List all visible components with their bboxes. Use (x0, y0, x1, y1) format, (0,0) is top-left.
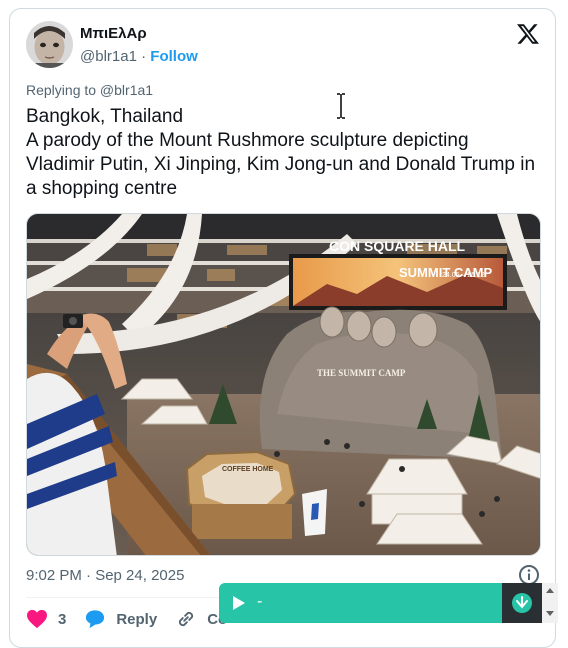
author-handle-row: @blr1a1 · Follow (80, 48, 198, 65)
x-logo-icon[interactable] (516, 22, 540, 46)
like-button[interactable]: 3 (26, 609, 66, 629)
tweet-timestamp[interactable]: 9:02 PM · Sep 24, 2025 (26, 567, 184, 584)
link-icon (179, 611, 194, 627)
author-handle[interactable]: @blr1a1 (80, 48, 137, 65)
play-icon[interactable] (232, 595, 246, 611)
separator: · (141, 48, 147, 65)
reply-label: Reply (116, 610, 158, 628)
player-label: - (257, 593, 263, 610)
reply-context: Replying to @blr1a1 (26, 82, 154, 98)
author-display-name[interactable]: ΜπιΕλΑρ (80, 25, 147, 42)
rock-sign: THE SUMMIT CAMP (317, 368, 406, 378)
audio-player-bar[interactable]: - (219, 583, 542, 623)
tweet-photo[interactable]: SUMMIT CAMP 24.05 – 25.12 CON SQUARE HAL… (26, 213, 541, 556)
like-count: 3 (58, 610, 67, 628)
reply-icon (86, 610, 105, 629)
action-bar: 3 Reply Co (26, 605, 245, 633)
text-cursor-icon (336, 93, 346, 119)
tweet-text: Bangkok, Thailand A parody of the Mount … (26, 106, 536, 199)
reply-button[interactable]: Reply (84, 609, 157, 629)
heart-icon (27, 609, 47, 629)
badge-icon (512, 593, 532, 613)
booth-sign: COFFEE HOME (222, 466, 274, 473)
scrollbar[interactable] (542, 583, 558, 623)
follow-button[interactable]: Follow (150, 48, 198, 65)
screen-date: 24.05 – 25.12 (442, 272, 485, 279)
player-badge[interactable] (502, 583, 542, 623)
tweet-card: ΜπιΕλΑρ @blr1a1 · Follow Replying to @bl… (9, 8, 556, 648)
scroll-up-icon[interactable] (546, 587, 554, 593)
hall-sign: CON SQUARE HALL (329, 238, 466, 254)
avatar[interactable] (26, 21, 73, 68)
scroll-down-icon[interactable] (546, 611, 554, 617)
